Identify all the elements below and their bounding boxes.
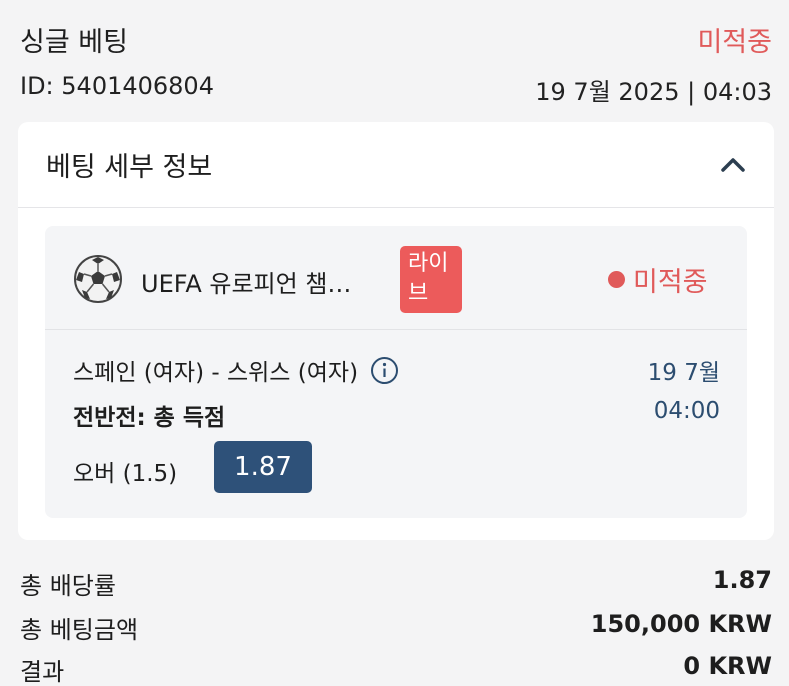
summary-total-odds: 총 배당률 1.87 — [20, 566, 772, 601]
summary-total-stake: 총 베팅금액 150,000 KRW — [20, 610, 772, 645]
odds-button[interactable]: 1.87 — [214, 441, 312, 493]
total-stake-value: 150,000 KRW — [590, 610, 772, 638]
result-value: 0 KRW — [683, 652, 772, 680]
event-date: 19 7월 — [647, 360, 720, 386]
bet-details-card: 베팅 세부 정보 UEFA 유로피언 챔… 라이 브 미적중 스페인 (여자) … — [18, 122, 774, 540]
bet-datetime: 19 7월 2025 | 04:03 — [535, 78, 772, 106]
league-name: UEFA 유로피언 챔… — [141, 270, 352, 298]
total-stake-label: 총 베팅금액 — [20, 616, 139, 644]
bet-id: ID: 5401406804 — [20, 72, 214, 100]
match-teams: 스페인 (여자) - 스위스 (여자) — [73, 353, 399, 387]
bet-details-header[interactable]: 베팅 세부 정보 — [18, 122, 774, 208]
live-badge-text: 라이 브 — [408, 251, 449, 306]
market-name: 전반전: 총 득점 — [73, 405, 226, 431]
live-badge: 라이 브 — [400, 246, 462, 313]
soccer-ball-icon — [73, 254, 123, 304]
info-icon[interactable] — [370, 356, 399, 385]
selection-header: UEFA 유로피언 챔… 라이 브 미적중 — [45, 226, 747, 330]
event-time: 04:00 — [653, 398, 720, 424]
chevron-up-icon[interactable] — [718, 150, 748, 180]
match-name: 스페인 (여자) - 스위스 (여자) — [73, 360, 359, 386]
summary-result: 결과 0 KRW — [20, 652, 772, 686]
bet-type-title: 싱글 베팅 — [20, 27, 128, 58]
total-odds-value: 1.87 — [712, 566, 772, 594]
result-label: 결과 — [20, 658, 65, 686]
selection-name: 오버 (1.5) — [73, 461, 178, 487]
total-odds-label: 총 배당률 — [20, 572, 116, 600]
status-dot — [608, 271, 625, 288]
bet-status: 미적중 — [697, 27, 772, 58]
bet-details-title: 베팅 세부 정보 — [46, 152, 213, 183]
selection-card: UEFA 유로피언 챔… 라이 브 미적중 스페인 (여자) - 스위스 (여자… — [45, 226, 747, 518]
bet-detail-page: 싱글 베팅 미적중 ID: 5401406804 19 7월 2025 | 04… — [0, 0, 789, 686]
selection-status: 미적중 — [633, 267, 708, 298]
